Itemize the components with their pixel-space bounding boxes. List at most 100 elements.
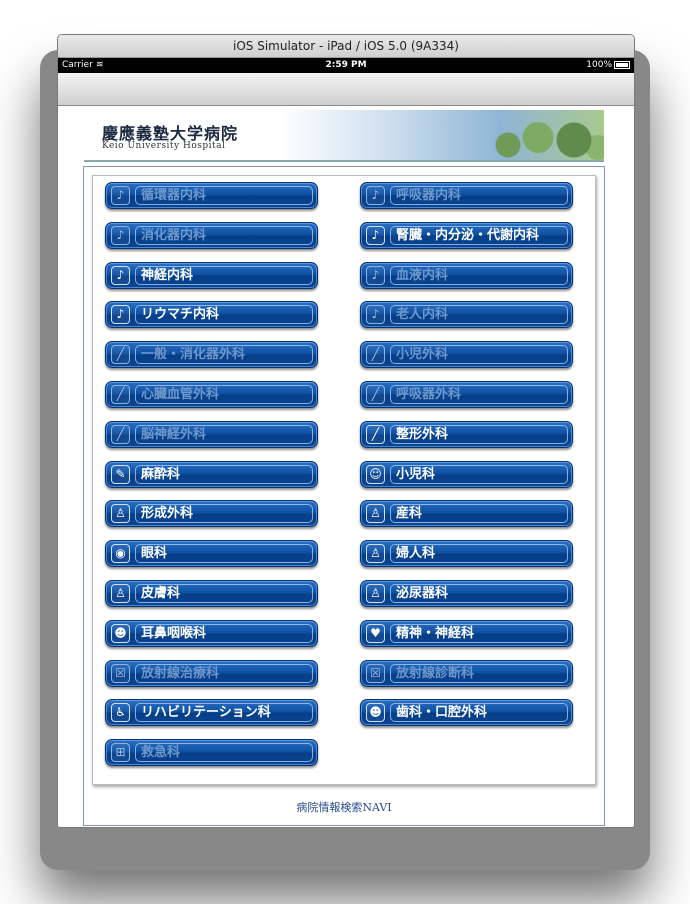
scalpel-icon: ╱ <box>111 385 130 404</box>
footer-navi-title: 病院情報検索NAVI <box>296 801 392 814</box>
syringe-icon: ✎ <box>111 465 130 484</box>
department-label: 老人内科 <box>390 305 568 324</box>
department-button[interactable]: ♙ 婦人科 <box>360 540 573 567</box>
department-button-panel: ♪ 循環器内科 ♪ 呼吸器内科 ♪ 消化器内科 ♪ 腎臓・内分泌・代謝内科 ♪ 神経内科 ♪ 血液内科… <box>92 175 596 785</box>
battery-indicator: 100% <box>586 58 630 73</box>
department-button[interactable]: ♙ 産科 <box>360 500 573 527</box>
simulator-window: iOS Simulator - iPad / iOS 5.0 (9A334) C… <box>57 34 635 828</box>
face-icon: ☻ <box>111 624 130 643</box>
department-label: リウマチ内科 <box>135 305 313 324</box>
department-button[interactable]: ╱ 心臓血管外科 <box>105 381 318 408</box>
scalpel-icon: ╱ <box>366 425 385 444</box>
department-button[interactable]: ♪ 循環器内科 <box>105 182 318 209</box>
status-time: 2:59 PM <box>325 60 367 70</box>
hospital-logo-banner: 慶應義塾大学病院 Keio University Hospital <box>84 110 604 162</box>
woman-icon: ♙ <box>366 544 385 563</box>
department-label: 小児科 <box>390 465 568 484</box>
face-icon: ☻ <box>366 703 385 722</box>
eye-face-icon: ◉ <box>111 544 130 563</box>
department-label: 小児外科 <box>390 345 568 364</box>
person-icon: ♙ <box>366 584 385 603</box>
department-label: 呼吸器内科 <box>390 186 568 205</box>
department-button[interactable]: ☻ 耳鼻咽喉科 <box>105 620 318 647</box>
department-button[interactable]: ☒ 放射線治療科 <box>105 660 318 687</box>
department-label: 麻酔科 <box>135 465 313 484</box>
department-label: 婦人科 <box>390 544 568 563</box>
window-title: iOS Simulator - iPad / iOS 5.0 (9A334) <box>233 39 459 53</box>
department-button[interactable]: ♪ 消化器内科 <box>105 222 318 249</box>
department-button[interactable]: ♪ 老人内科 <box>360 301 573 328</box>
department-label: 耳鼻咽喉科 <box>135 624 313 643</box>
navigation-bar <box>58 73 634 106</box>
department-label: 放射線治療科 <box>135 664 313 683</box>
department-label: 形成外科 <box>135 504 313 523</box>
department-button[interactable]: ♪ 神経内科 <box>105 262 318 289</box>
department-label: 血液内科 <box>390 266 568 285</box>
stethoscope-icon: ♪ <box>111 305 130 324</box>
department-button[interactable]: ╱ 小児外科 <box>360 341 573 368</box>
xray-icon: ☒ <box>111 664 130 683</box>
department-label: 消化器内科 <box>135 226 313 245</box>
department-label: 放射線診断科 <box>390 664 568 683</box>
department-button[interactable]: ╱ 一般・消化器外科 <box>105 341 318 368</box>
hospital-name-en: Keio University Hospital <box>102 141 226 151</box>
department-label: 腎臓・内分泌・代謝内科 <box>390 226 568 245</box>
department-button[interactable]: ╱ 呼吸器外科 <box>360 381 573 408</box>
department-button[interactable]: ☒ 放射線診断科 <box>360 660 573 687</box>
department-button[interactable]: ⊞ 救急科 <box>105 739 318 766</box>
stethoscope-icon: ♪ <box>366 305 385 324</box>
stethoscope-icon: ♪ <box>111 266 130 285</box>
department-button[interactable]: ♪ 呼吸器内科 <box>360 182 573 209</box>
department-label: 神経内科 <box>135 266 313 285</box>
stethoscope-icon: ♪ <box>366 266 385 285</box>
department-label: 精神・神経科 <box>390 624 568 643</box>
department-label: 歯科・口腔外科 <box>390 703 568 722</box>
walker-icon: ♿ <box>111 703 130 722</box>
department-button[interactable]: ◉ 眼科 <box>105 540 318 567</box>
department-button[interactable]: ♙ 形成外科 <box>105 500 318 527</box>
department-label: 呼吸器外科 <box>390 385 568 404</box>
stethoscope-icon: ♪ <box>111 226 130 245</box>
department-button[interactable]: ╱ 整形外科 <box>360 421 573 448</box>
department-label: 産科 <box>390 504 568 523</box>
ambulance-icon: ⊞ <box>111 743 130 762</box>
department-frame: ♪ 循環器内科 ♪ 呼吸器内科 ♪ 消化器内科 ♪ 腎臓・内分泌・代謝内科 ♪ 神経内科 ♪ 血液内科… <box>83 166 605 826</box>
person-icon: ♙ <box>111 504 130 523</box>
department-label: 一般・消化器外科 <box>135 345 313 364</box>
department-button[interactable]: ♿ リハビリテーション科 <box>105 699 318 726</box>
xray-icon: ☒ <box>366 664 385 683</box>
department-label: 救急科 <box>135 743 313 762</box>
person-icon: ♙ <box>111 584 130 603</box>
stethoscope-icon: ♪ <box>111 186 130 205</box>
department-label: 整形外科 <box>390 425 568 444</box>
battery-percent: 100% <box>586 60 612 70</box>
battery-icon <box>614 60 630 69</box>
department-label: 皮膚科 <box>135 584 313 603</box>
scalpel-icon: ╱ <box>111 425 130 444</box>
department-button[interactable]: ✎ 麻酔科 <box>105 461 318 488</box>
department-button[interactable]: ☺ 小児科 <box>360 461 573 488</box>
department-button[interactable]: ☻ 歯科・口腔外科 <box>360 699 573 726</box>
department-label: 心臓血管外科 <box>135 385 313 404</box>
scalpel-icon: ╱ <box>366 345 385 364</box>
heart-icon: ♥ <box>366 624 385 643</box>
department-button[interactable]: ♥ 精神・神経科 <box>360 620 573 647</box>
department-label: 泌尿器科 <box>390 584 568 603</box>
department-button[interactable]: ♪ 腎臓・内分泌・代謝内科 <box>360 222 573 249</box>
department-button[interactable]: ♙ 皮膚科 <box>105 580 318 607</box>
window-titlebar: iOS Simulator - iPad / iOS 5.0 (9A334) <box>58 35 634 58</box>
parent-child-icon: ☺ <box>366 465 385 484</box>
department-button[interactable]: ♪ 血液内科 <box>360 262 573 289</box>
pregnant-woman-icon: ♙ <box>366 504 385 523</box>
scalpel-icon: ╱ <box>111 345 130 364</box>
department-label: 脳神経外科 <box>135 425 313 444</box>
department-label: リハビリテーション科 <box>135 703 313 722</box>
department-label: 眼科 <box>135 544 313 563</box>
stethoscope-icon: ♪ <box>366 226 385 245</box>
department-button[interactable]: ♪ リウマチ内科 <box>105 301 318 328</box>
department-button[interactable]: ╱ 脳神経外科 <box>105 421 318 448</box>
scalpel-icon: ╱ <box>366 385 385 404</box>
department-button[interactable]: ♙ 泌尿器科 <box>360 580 573 607</box>
main-content: 慶應義塾大学病院 Keio University Hospital ♪ 循環器内科… <box>58 106 634 826</box>
department-label: 循環器内科 <box>135 186 313 205</box>
